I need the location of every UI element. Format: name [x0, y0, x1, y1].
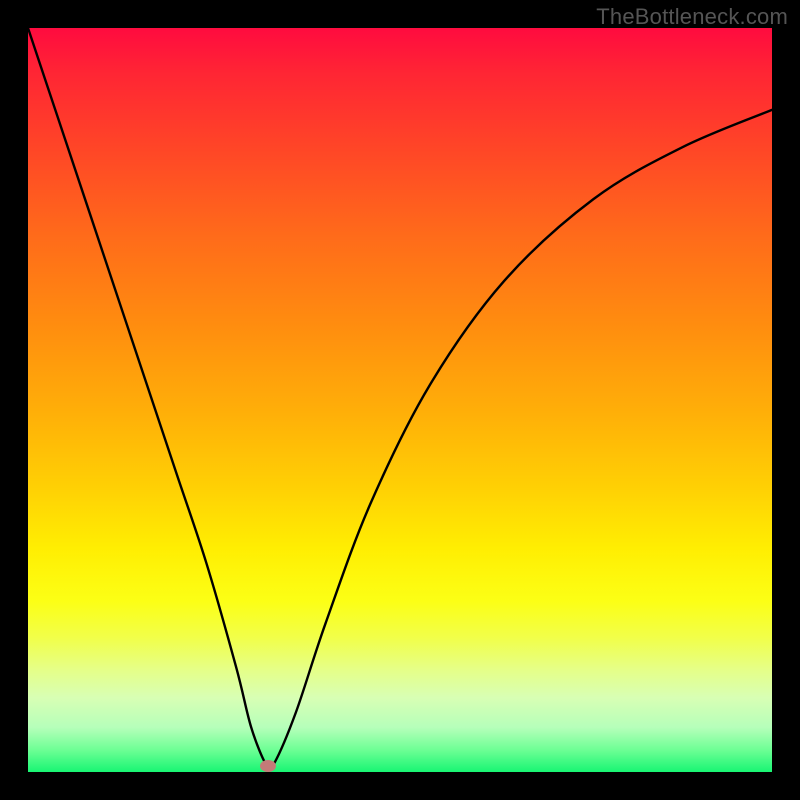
- watermark: TheBottleneck.com: [596, 4, 788, 30]
- plot-area: [28, 28, 772, 772]
- trough-marker: [260, 760, 276, 772]
- chart-curve: [28, 28, 772, 772]
